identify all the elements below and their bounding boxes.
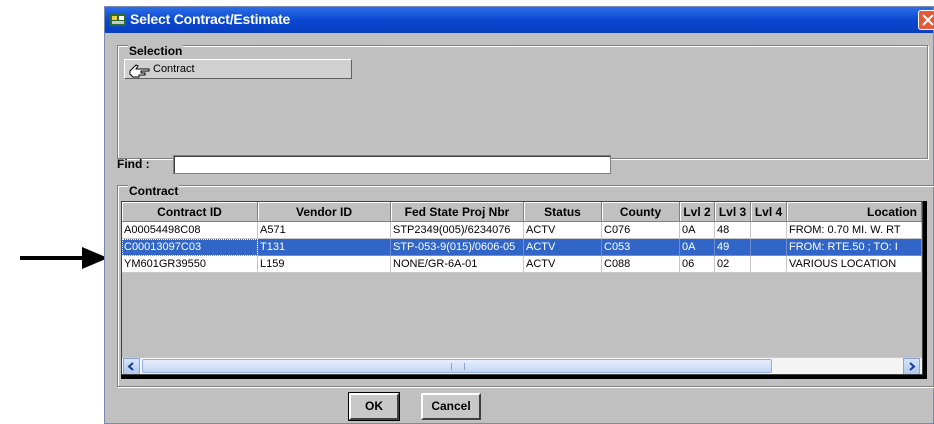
close-button[interactable] (918, 10, 934, 30)
scrollbar-thumb[interactable] (142, 359, 772, 373)
column-header-location[interactable]: Location (787, 202, 922, 222)
column-header-contract-id[interactable]: Contract ID (122, 202, 258, 222)
column-header-lvl-2[interactable]: Lvl 2 (680, 202, 715, 222)
find-input[interactable] (173, 155, 611, 174)
scroll-left-button[interactable] (123, 358, 140, 374)
cell-location: FROM: 0.70 MI. W. RT (787, 222, 922, 239)
cell-fed-state-proj-nbr: NONE/GR-6A-01 (391, 256, 524, 273)
cell-status: ACTV (524, 256, 602, 273)
cell-contract-id: A00054498C08 (122, 222, 258, 239)
cell-lvl-4 (751, 256, 787, 273)
contract-button[interactable]: Contract (124, 59, 352, 79)
table-header: Contract ID Vendor ID Fed State Proj Nbr… (122, 202, 922, 222)
cell-lvl-2: 06 (680, 256, 715, 273)
column-header-fed-state-proj-nbr[interactable]: Fed State Proj Nbr (391, 202, 524, 222)
cell-county: C076 (602, 222, 680, 239)
cell-status: ACTV (524, 239, 602, 256)
select-contract-dialog: Select Contract/Estimate Selection Contr… (104, 6, 934, 424)
selection-group: Selection Contract (117, 45, 928, 159)
cell-vendor-id: T131 (258, 239, 391, 256)
app-icon (110, 14, 126, 26)
cell-location: VARIOUS LOCATION (787, 256, 922, 273)
cell-vendor-id: A571 (258, 222, 391, 239)
scrollbar-grip (451, 363, 465, 370)
cell-lvl-2: 0A (680, 239, 715, 256)
table-row-selected[interactable]: C00013097C03 T131 STP-053-9(015)/0606-05… (122, 239, 922, 256)
table-empty-area (122, 273, 922, 358)
chevron-right-icon (909, 362, 916, 371)
find-label: Find : (117, 157, 150, 171)
column-header-status[interactable]: Status (524, 202, 602, 222)
contract-table: Contract ID Vendor ID Fed State Proj Nbr… (121, 201, 923, 375)
cell-contract-id: C00013097C03 (122, 239, 258, 256)
cell-lvl-4 (751, 239, 787, 256)
column-header-lvl-3[interactable]: Lvl 3 (715, 202, 751, 222)
cell-county: C088 (602, 256, 680, 273)
window-title: Select Contract/Estimate (130, 11, 291, 27)
title-bar[interactable]: Select Contract/Estimate (105, 7, 934, 33)
table-shadow (121, 375, 927, 379)
column-header-county[interactable]: County (602, 202, 680, 222)
cell-lvl-3: 49 (715, 239, 751, 256)
cancel-button[interactable]: Cancel (421, 393, 481, 420)
cell-lvl-2: 0A (680, 222, 715, 239)
cell-vendor-id: L159 (258, 256, 391, 273)
cell-status: ACTV (524, 222, 602, 239)
scroll-right-button[interactable] (903, 358, 920, 374)
table-shadow (923, 201, 927, 379)
chevron-left-icon (127, 362, 134, 371)
cell-location: FROM: RTE.50 ; TO: I (787, 239, 922, 256)
contract-button-label: Contract (153, 63, 195, 75)
cell-lvl-3: 48 (715, 222, 751, 239)
table-row[interactable]: YM601GR39550 L159 NONE/GR-6A-01 ACTV C08… (122, 256, 922, 273)
cell-lvl-3: 02 (715, 256, 751, 273)
pointing-hand-icon (129, 64, 150, 78)
horizontal-scrollbar[interactable] (122, 357, 922, 374)
cell-contract-id: YM601GR39550 (122, 256, 258, 273)
ok-button[interactable]: OK (349, 393, 399, 420)
cell-lvl-4 (751, 222, 787, 239)
column-header-lvl-4[interactable]: Lvl 4 (751, 202, 787, 222)
cell-county: C053 (602, 239, 680, 256)
close-icon (922, 14, 934, 26)
table-row[interactable]: A00054498C08 A571 STP2349(005)/6234076 A… (122, 222, 922, 239)
column-header-vendor-id[interactable]: Vendor ID (258, 202, 391, 222)
cell-fed-state-proj-nbr: STP2349(005)/6234076 (391, 222, 524, 239)
contract-group-label: Contract (128, 184, 180, 198)
cell-fed-state-proj-nbr: STP-053-9(015)/0606-05 (391, 239, 524, 256)
selection-group-label: Selection (128, 44, 184, 58)
arrow-right-icon (20, 247, 108, 269)
